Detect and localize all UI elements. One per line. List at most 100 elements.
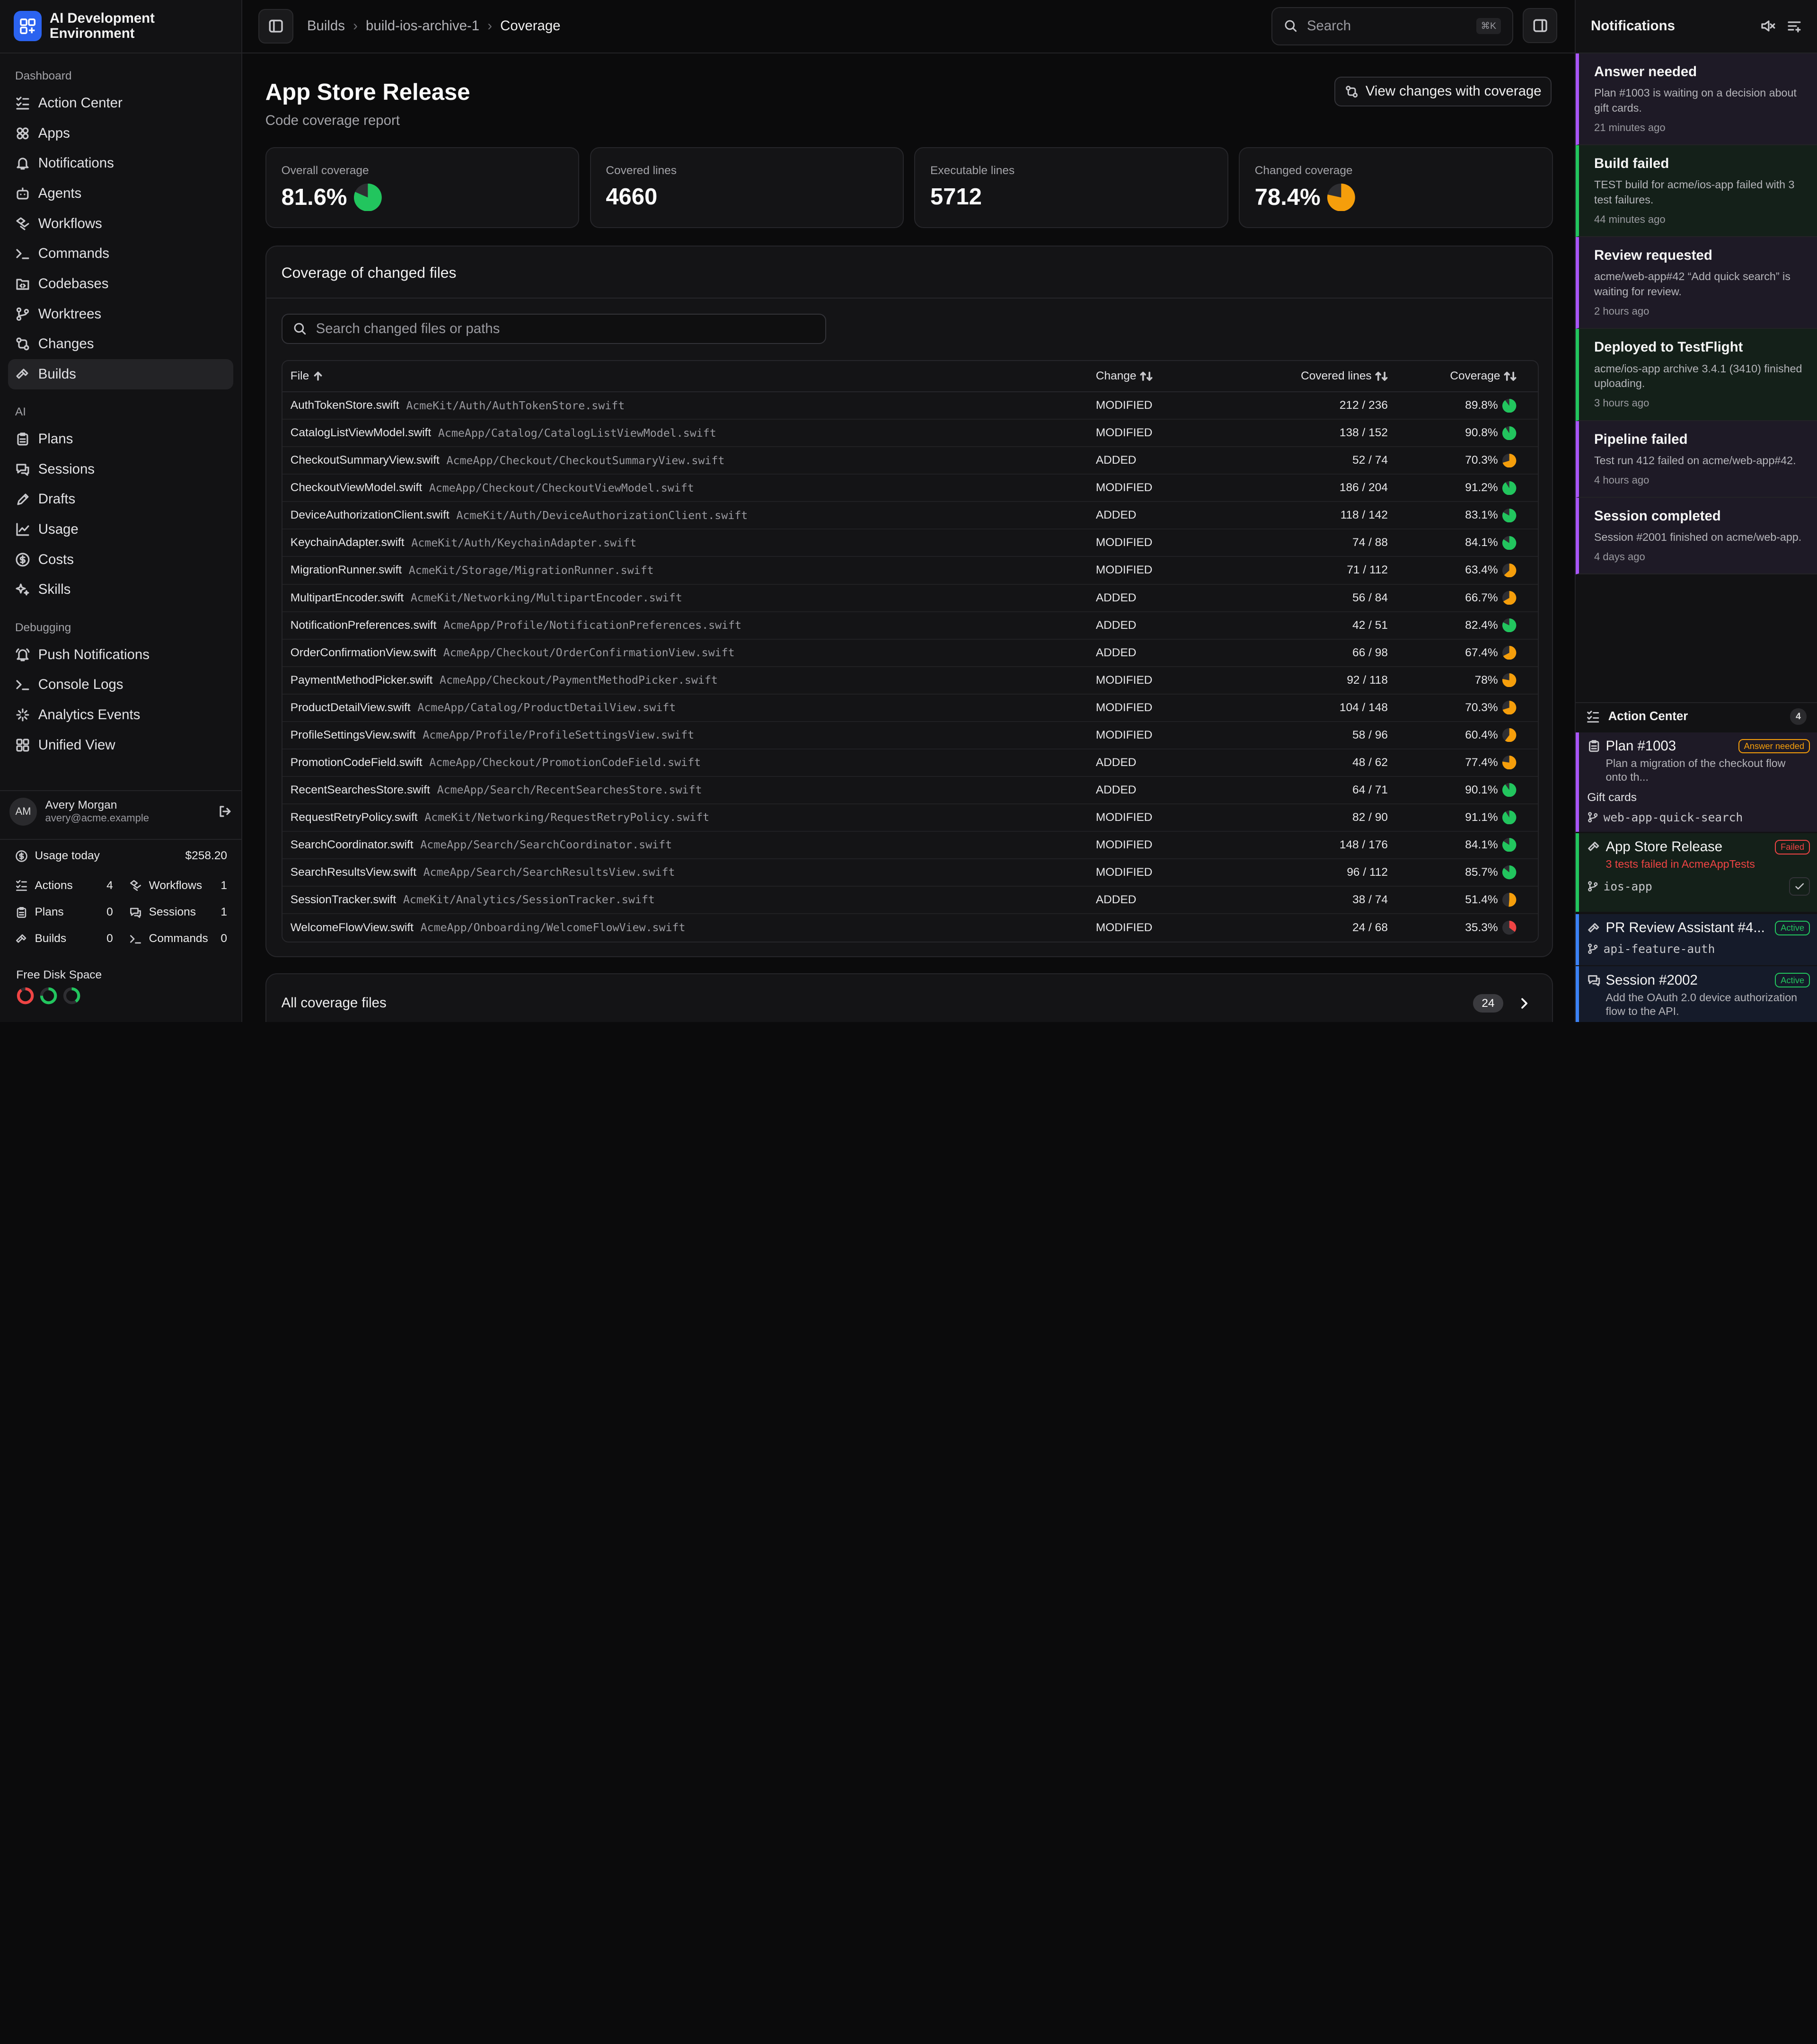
table-row[interactable]: CheckoutSummaryView.swift AcmeApp/Checkou… [282,447,1538,475]
sidebar-item-unified-view[interactable]: Unified View [8,730,233,760]
sidebar-item-codebases[interactable]: Codebases [8,269,233,299]
toggle-right-panel-button[interactable] [1522,8,1558,43]
notification-item[interactable]: Pipeline failed Test run 412 failed on ac… [1576,421,1817,498]
sidebar-item-analytics-events[interactable]: Analytics Events [8,700,233,730]
file-name[interactable]: DeviceAuthorizationClient.swift [291,509,450,522]
file-cell: KeychainAdapter.swift AcmeKit/Auth/Keycha… [282,536,1096,549]
table-row[interactable]: NotificationPreferences.swift AcmeApp/Pro… [282,612,1538,640]
sidebar-item-sessions[interactable]: Sessions [8,454,233,485]
table-row[interactable]: ProductDetailView.swift AcmeApp/Catalog/P… [282,695,1538,722]
change-type: ADDED [1095,591,1137,604]
usage-stat-label: Actions [35,879,73,892]
sidebar-item-plans[interactable]: Plans [8,424,233,454]
file-name[interactable]: CatalogListViewModel.swift [291,426,431,440]
sidebar-item-usage[interactable]: Usage [8,514,233,545]
table-row[interactable]: CheckoutViewModel.swift AcmeApp/Checkout/… [282,475,1538,502]
sidebar-item-label: Changes [38,336,94,352]
sidebar-item-notifications[interactable]: Notifications [8,148,233,178]
file-name[interactable]: SearchCoordinator.swift [291,838,414,852]
table-row[interactable]: CatalogListViewModel.swift AcmeApp/Catalo… [282,420,1538,448]
column-coverage[interactable]: Coverage [1450,370,1517,383]
sidebar-item-apps[interactable]: Apps [8,118,233,149]
table-row[interactable]: MultipartEncoder.swift AcmeKit/Networking… [282,585,1538,612]
sidebar-item-push-notifications[interactable]: Push Notifications [8,640,233,670]
column-change[interactable]: Change [1096,370,1153,383]
filter-list-icon[interactable] [1787,18,1802,34]
breadcrumb-build[interactable]: build-ios-archive-1 [366,18,479,34]
table-row[interactable]: MigrationRunner.swift AcmeKit/Storage/Mig… [282,557,1538,585]
action-center-header[interactable]: Action Center 4 [1576,702,1817,730]
file-name[interactable]: NotificationPreferences.swift [291,619,437,632]
sidebar-item-drafts[interactable]: Drafts [8,485,233,515]
table-row[interactable]: RecentSearchesStore.swift AcmeApp/Search/… [282,777,1538,804]
sidebar-item-console-logs[interactable]: Console Logs [8,670,233,700]
column-file[interactable]: File [291,370,323,383]
changed-files-search-input[interactable]: Search changed files or paths [281,314,826,344]
notification-item[interactable]: Session completed Session #2001 finished … [1576,497,1817,575]
all-coverage-files[interactable]: All coverage files 24 [265,973,1553,1022]
table-row[interactable]: KeychainAdapter.swift AcmeKit/Auth/Keycha… [282,529,1538,557]
table-row[interactable]: SessionTracker.swift AcmeKit/Analytics/Se… [282,887,1538,914]
sidebar-item-agents[interactable]: Agents [8,178,233,209]
action-center-item[interactable]: App Store Release Failed 3 tests failed in… [1576,833,1817,912]
file-name[interactable]: SearchResultsView.swift [291,866,416,879]
table-row[interactable]: PromotionCodeField.swift AcmeApp/Checkout… [282,749,1538,777]
column-covered-lines[interactable]: Covered lines [1301,370,1388,383]
action-center-item[interactable]: Session #2002 Active Add the OAuth 2.0 dev… [1576,966,1817,1022]
table-row[interactable]: PaymentMethodPicker.swift AcmeApp/Checkou… [282,667,1538,695]
table-row[interactable]: AuthTokenStore.swift AcmeKit/Auth/AuthTok… [282,392,1538,420]
logout-icon[interactable] [218,804,233,819]
status-badge: Active [1775,921,1810,935]
sidebar-item-skills[interactable]: Skills [8,575,233,605]
table-row[interactable]: ProfileSettingsView.swift AcmeApp/Profile… [282,722,1538,749]
table-row[interactable]: DeviceAuthorizationClient.swift AcmeKit/A… [282,502,1538,530]
file-name[interactable]: ProductDetailView.swift [291,701,411,714]
view-changes-button[interactable]: View changes with coverage [1334,76,1552,107]
file-name[interactable]: MigrationRunner.swift [291,564,402,577]
file-name[interactable]: SessionTracker.swift [291,893,396,907]
action-center-item-title: Session #2002 [1605,972,1698,988]
file-name[interactable]: CheckoutSummaryView.swift [291,454,440,467]
notification-item[interactable]: Answer needed Plan #1003 is waiting on a … [1576,53,1817,145]
sidebar-item-action-center[interactable]: Action Center [8,88,233,118]
search-input[interactable]: Search ⌘K [1271,7,1514,45]
file-name[interactable]: PaymentMethodPicker.swift [291,674,433,687]
table-row[interactable]: RequestRetryPolicy.swift AcmeKit/Networki… [282,804,1538,832]
sidebar-item-builds[interactable]: Builds [8,359,233,389]
breadcrumb-builds[interactable]: Builds [307,18,345,34]
table-row[interactable]: OrderConfirmationView.swift AcmeApp/Check… [282,640,1538,667]
sidebar-item-workflows[interactable]: Workflows [8,209,233,239]
sidebar-item-costs[interactable]: Costs [8,545,233,575]
sidebar-item-worktrees[interactable]: Worktrees [8,299,233,329]
file-name[interactable]: PromotionCodeField.swift [291,756,423,769]
mute-icon[interactable] [1760,18,1775,34]
file-name[interactable]: RequestRetryPolicy.swift [291,811,418,824]
hammer-icon [1588,923,1599,933]
file-name[interactable]: ProfileSettingsView.swift [291,729,416,742]
file-name[interactable]: RecentSearchesStore.swift [291,784,430,797]
file-name[interactable]: CheckoutViewModel.swift [291,481,422,494]
approve-button[interactable] [1789,877,1810,896]
table-row[interactable]: SearchResultsView.swift AcmeApp/Search/Se… [282,859,1538,887]
toggle-sidebar-button[interactable] [258,9,293,44]
action-center-item[interactable]: PR Review Assistant #4... Active api-featu… [1576,914,1817,965]
brand[interactable]: AI Development Environment [0,0,241,53]
file-name[interactable]: WelcomeFlowView.swift [291,921,414,934]
branch-small-icon [1588,881,1598,892]
notification-item[interactable]: Build failed TEST build for acme/ios-app … [1576,145,1817,238]
file-name[interactable]: KeychainAdapter.swift [291,536,405,549]
file-name[interactable]: AuthTokenStore.swift [291,399,399,412]
sidebar-item-changes[interactable]: Changes [8,329,233,359]
file-name[interactable]: OrderConfirmationView.swift [291,646,436,660]
breadcrumb: Builds › build-ios-archive-1 › Coverage [307,18,561,34]
table-row[interactable]: SearchCoordinator.swift AcmeApp/Search/Se… [282,832,1538,859]
sort-icon [1504,371,1517,381]
action-center-item[interactable]: Plan #1003 Answer needed Plan a migration … [1576,732,1817,832]
change-type: MODIFIED [1095,921,1153,934]
table-row[interactable]: WelcomeFlowView.swift AcmeApp/Onboarding/… [282,914,1538,942]
notification-item[interactable]: Deployed to TestFlight acme/ios-app archi… [1576,329,1817,421]
file-name[interactable]: MultipartEncoder.swift [291,591,404,605]
sidebar-item-commands[interactable]: Commands [8,238,233,269]
notification-item[interactable]: Review requested acme/web-app#42 “Add qui… [1576,237,1817,329]
user-profile[interactable]: AM Avery Morgan avery@acme.example [0,790,242,832]
